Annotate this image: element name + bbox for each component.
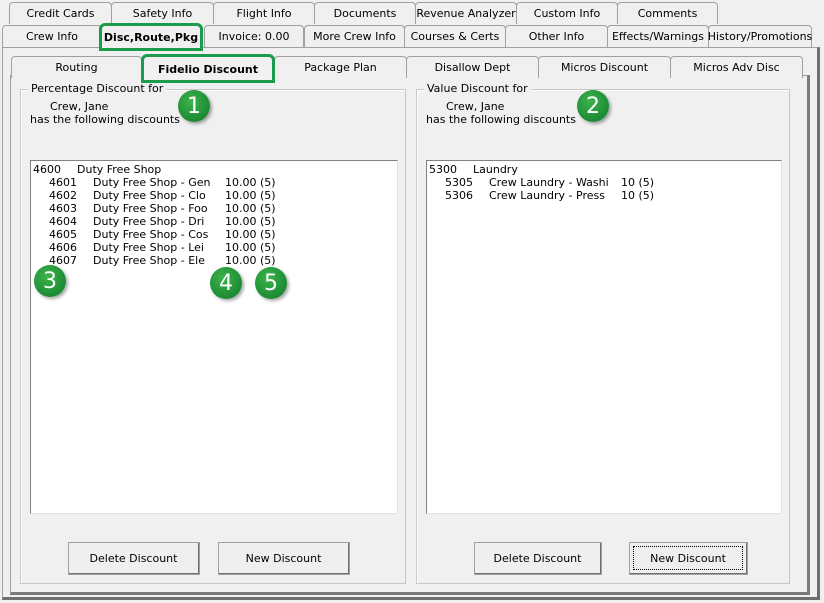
item-description: Duty Free Shop - Clo bbox=[93, 189, 206, 202]
callout-badge-5: 5 bbox=[255, 267, 287, 299]
item-description: Duty Free Shop - Gen bbox=[93, 176, 211, 189]
percentage-new-discount-button[interactable]: New Discount bbox=[218, 542, 350, 575]
callout-badge-2: 2 bbox=[577, 90, 609, 122]
tab-comments[interactable]: Comments bbox=[617, 2, 718, 24]
subtab-disallow-dept[interactable]: Disallow Dept bbox=[406, 56, 539, 78]
tab-crew-info[interactable]: Crew Info bbox=[2, 25, 102, 47]
item-code: 4600 bbox=[33, 163, 61, 176]
item-code: 4606 bbox=[49, 241, 77, 254]
item-description: Duty Free Shop - Lei bbox=[93, 241, 204, 254]
value-discount-list[interactable]: 5300 Laundry 5305 Crew Laundry - Washi 10 (5… bbox=[426, 160, 782, 514]
value-crew-name: Crew, Jane bbox=[446, 100, 505, 113]
percentage-subtitle: has the following discounts bbox=[30, 113, 180, 126]
item-discount-value: 10 (5) bbox=[621, 176, 655, 189]
item-description: Duty Free Shop bbox=[77, 163, 162, 176]
callout-badge-3: 3 bbox=[34, 265, 66, 297]
item-discount-value: 10.00 (5) bbox=[225, 176, 276, 189]
subtab-routing[interactable]: Routing bbox=[11, 56, 142, 78]
item-code: 4605 bbox=[49, 228, 77, 241]
tab-disc-route-pkg[interactable]: Disc,Route,Pkg bbox=[99, 23, 203, 51]
tab-invoice[interactable]: Invoice: 0.00 bbox=[204, 25, 304, 47]
item-code: 4604 bbox=[49, 215, 77, 228]
value-new-discount-button[interactable]: New Discount bbox=[629, 542, 748, 575]
tab-effects-warnings[interactable]: Effects/Warnings bbox=[607, 25, 709, 47]
item-code: 4601 bbox=[49, 176, 77, 189]
callout-badge-4: 4 bbox=[210, 267, 242, 299]
item-description: Laundry bbox=[473, 163, 518, 176]
item-discount-value: 10.00 (5) bbox=[225, 189, 276, 202]
tab-credit-cards[interactable]: Credit Cards bbox=[9, 2, 112, 24]
item-description: Crew Laundry - Washi bbox=[489, 176, 609, 189]
item-description: Duty Free Shop - Dri bbox=[93, 215, 205, 228]
subtab-package-plan[interactable]: Package Plan bbox=[274, 56, 407, 78]
value-delete-discount-button[interactable]: Delete Discount bbox=[474, 542, 602, 575]
tab-more-crew-info[interactable]: More Crew Info bbox=[304, 25, 405, 47]
item-code: 5300 bbox=[429, 163, 457, 176]
subtab-micros-discount[interactable]: Micros Discount bbox=[538, 56, 671, 78]
item-code: 4603 bbox=[49, 202, 77, 215]
tab-flight-info[interactable]: Flight Info bbox=[213, 2, 315, 24]
percentage-delete-discount-button[interactable]: Delete Discount bbox=[68, 542, 200, 575]
item-discount-value: 10.00 (5) bbox=[225, 241, 276, 254]
percentage-discount-list[interactable]: 4600 Duty Free Shop 4601 Duty Free Shop - G… bbox=[30, 160, 398, 514]
callout-badge-1: 1 bbox=[178, 90, 210, 122]
item-discount-value: 10.00 (5) bbox=[225, 254, 276, 267]
item-discount-value: 10.00 (5) bbox=[225, 228, 276, 241]
item-code: 4602 bbox=[49, 189, 77, 202]
tab-revenue-analyzer[interactable]: Revenue Analyzer bbox=[415, 2, 517, 24]
tab-other-info[interactable]: Other Info bbox=[505, 25, 608, 47]
item-code: 5305 bbox=[445, 176, 473, 189]
item-description: Duty Free Shop - Foo bbox=[93, 202, 208, 215]
tab-safety-info[interactable]: Safety Info bbox=[111, 2, 214, 24]
item-description: Duty Free Shop - Ele bbox=[93, 254, 206, 267]
item-description: Duty Free Shop - Cos bbox=[93, 228, 209, 241]
item-discount-value: 10.00 (5) bbox=[225, 215, 276, 228]
tab-documents[interactable]: Documents bbox=[314, 2, 416, 24]
item-description: Crew Laundry - Press bbox=[489, 189, 605, 202]
percentage-crew-name: Crew, Jane bbox=[50, 100, 109, 113]
tab-history-promotions[interactable]: History/Promotions bbox=[708, 25, 812, 47]
item-discount-value: 10.00 (5) bbox=[225, 202, 276, 215]
subtab-micros-adv-disc[interactable]: Micros Adv Disc bbox=[670, 56, 803, 78]
subtab-fidelio-discount[interactable]: Fidelio Discount bbox=[141, 54, 275, 83]
value-discount-legend: Value Discount for bbox=[424, 82, 531, 95]
item-code: 5306 bbox=[445, 189, 473, 202]
value-subtitle: has the following discounts bbox=[426, 113, 576, 126]
tab-courses-certs[interactable]: Courses & Certs bbox=[404, 25, 506, 47]
item-discount-value: 10 (5) bbox=[621, 189, 655, 202]
tab-custom-info[interactable]: Custom Info bbox=[516, 2, 618, 24]
percentage-discount-legend: Percentage Discount for bbox=[28, 82, 167, 95]
